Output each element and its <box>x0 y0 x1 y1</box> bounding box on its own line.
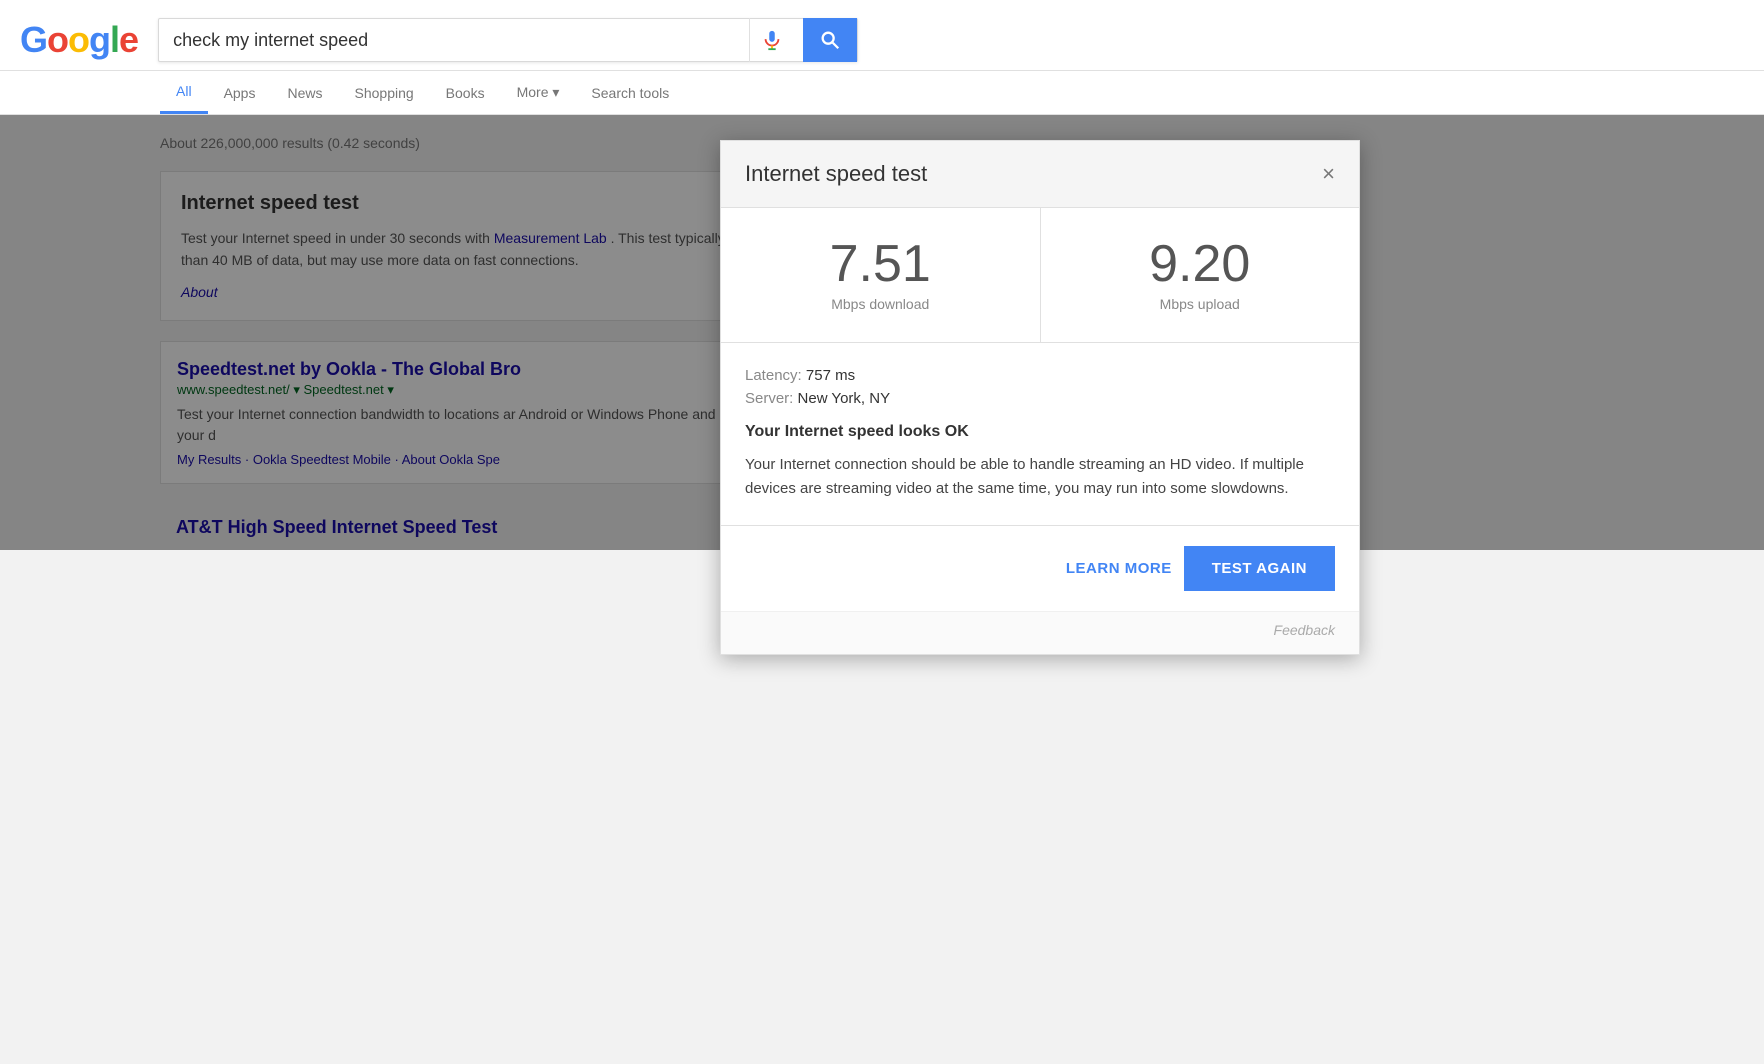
status-message: Your Internet speed looks OK <box>745 423 1335 441</box>
tab-all[interactable]: All <box>160 71 208 114</box>
google-logo: Google <box>20 19 138 61</box>
download-cell: 7.51 Mbps download <box>721 208 1041 342</box>
logo-g1: G <box>20 19 47 60</box>
test-again-button[interactable]: TEST AGAIN <box>1184 546 1335 591</box>
tab-shopping[interactable]: Shopping <box>339 73 430 113</box>
download-speed-label: Mbps download <box>741 296 1020 312</box>
download-speed-value: 7.51 <box>741 238 1020 290</box>
modal-actions: LEARN MORE TEST AGAIN <box>721 525 1359 611</box>
tab-news[interactable]: News <box>271 73 338 113</box>
header: Google All Apps News <box>0 0 1764 115</box>
tab-more[interactable]: More ▾ <box>501 72 576 113</box>
modal-title: Internet speed test <box>745 161 927 187</box>
upload-speed-value: 9.20 <box>1061 238 1340 290</box>
server-line: Server: New York, NY <box>745 390 1335 407</box>
logo-o2: o <box>68 19 89 60</box>
speed-numbers: 7.51 Mbps download 9.20 Mbps upload <box>721 208 1359 343</box>
latency-line: Latency: 757 ms <box>745 367 1335 384</box>
description-text: Your Internet connection should be able … <box>745 453 1335 501</box>
close-button[interactable]: × <box>1322 163 1335 185</box>
latency-label: Latency: <box>745 367 802 384</box>
speed-modal: Internet speed test × 7.51 Mbps download… <box>720 140 1360 655</box>
latency-value: 757 ms <box>806 367 855 384</box>
upload-cell: 9.20 Mbps upload <box>1041 208 1360 342</box>
search-button[interactable] <box>803 18 857 62</box>
search-input[interactable] <box>159 30 749 51</box>
logo-e: e <box>119 19 138 60</box>
modal-header: Internet speed test × <box>721 141 1359 208</box>
feedback-link[interactable]: Feedback <box>1274 622 1335 638</box>
mic-icon[interactable] <box>749 18 793 62</box>
server-value: New York, NY <box>798 390 891 407</box>
modal-footer: Feedback <box>721 611 1359 654</box>
header-top: Google <box>0 10 1764 70</box>
learn-more-button[interactable]: LEARN MORE <box>1066 560 1172 577</box>
nav-tabs: All Apps News Shopping Books More ▾ Sear… <box>0 70 1764 114</box>
tab-search-tools[interactable]: Search tools <box>575 73 685 113</box>
server-label: Server: <box>745 390 793 407</box>
logo-l: l <box>110 19 119 60</box>
logo-o1: o <box>47 19 68 60</box>
upload-speed-label: Mbps upload <box>1061 296 1340 312</box>
tab-apps[interactable]: Apps <box>208 73 272 113</box>
logo-g2: g <box>89 19 110 60</box>
search-bar <box>158 18 858 62</box>
tab-books[interactable]: Books <box>430 73 501 113</box>
modal-details: Latency: 757 ms Server: New York, NY You… <box>721 343 1359 525</box>
